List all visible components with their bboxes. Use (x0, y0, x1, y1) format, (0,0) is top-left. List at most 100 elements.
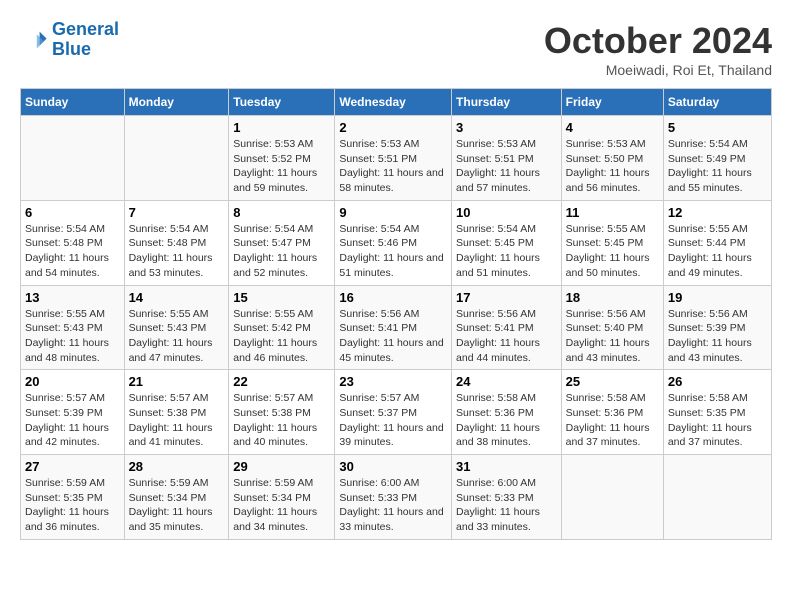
day-number: 25 (566, 374, 659, 389)
calendar-cell: 16 Sunrise: 5:56 AMSunset: 5:41 PMDayligh… (335, 285, 452, 370)
day-number: 1 (233, 120, 330, 135)
calendar-cell (561, 455, 663, 540)
cell-content: Sunrise: 5:57 AMSunset: 5:37 PMDaylight:… (339, 391, 447, 450)
cell-content: Sunrise: 6:00 AMSunset: 5:33 PMDaylight:… (456, 476, 557, 535)
calendar-cell: 22 Sunrise: 5:57 AMSunset: 5:38 PMDayligh… (229, 370, 335, 455)
cell-content: Sunrise: 5:59 AMSunset: 5:35 PMDaylight:… (25, 476, 120, 535)
logo-line2: Blue (52, 39, 91, 59)
calendar-cell: 3 Sunrise: 5:53 AMSunset: 5:51 PMDaylight… (452, 116, 562, 201)
weekday-header: Wednesday (335, 89, 452, 116)
cell-content: Sunrise: 5:59 AMSunset: 5:34 PMDaylight:… (233, 476, 330, 535)
day-number: 22 (233, 374, 330, 389)
cell-content: Sunrise: 5:54 AMSunset: 5:47 PMDaylight:… (233, 222, 330, 281)
day-number: 30 (339, 459, 447, 474)
day-number: 23 (339, 374, 447, 389)
cell-content: Sunrise: 5:54 AMSunset: 5:48 PMDaylight:… (129, 222, 225, 281)
cell-content: Sunrise: 5:57 AMSunset: 5:39 PMDaylight:… (25, 391, 120, 450)
calendar-cell: 9 Sunrise: 5:54 AMSunset: 5:46 PMDaylight… (335, 200, 452, 285)
calendar-cell: 11Sunrise: 5:55 AMSunset: 5:45 PMDayligh… (561, 200, 663, 285)
calendar-week-row: 1Sunrise: 5:53 AMSunset: 5:52 PMDaylight… (21, 116, 772, 201)
calendar-cell (21, 116, 125, 201)
day-number: 12 (668, 205, 767, 220)
day-number: 18 (566, 290, 659, 305)
calendar-cell: 28 Sunrise: 5:59 AMSunset: 5:34 PMDayligh… (124, 455, 229, 540)
day-number: 5 (668, 120, 767, 135)
calendar-cell: 20Sunrise: 5:57 AMSunset: 5:39 PMDayligh… (21, 370, 125, 455)
cell-content: Sunrise: 5:56 AMSunset: 5:41 PMDaylight:… (339, 307, 447, 366)
cell-content: Sunrise: 5:56 AMSunset: 5:41 PMDaylight:… (456, 307, 557, 366)
calendar-cell: 31 Sunrise: 6:00 AMSunset: 5:33 PMDayligh… (452, 455, 562, 540)
logo-text: General Blue (52, 20, 119, 60)
cell-content: Sunrise: 5:55 AMSunset: 5:43 PMDaylight:… (129, 307, 225, 366)
calendar-cell: 30 Sunrise: 6:00 AMSunset: 5:33 PMDayligh… (335, 455, 452, 540)
calendar-cell (124, 116, 229, 201)
cell-content: Sunrise: 5:54 AMSunset: 5:45 PMDaylight:… (456, 222, 557, 281)
weekday-header: Tuesday (229, 89, 335, 116)
calendar-cell: 12 Sunrise: 5:55 AMSunset: 5:44 PMDayligh… (663, 200, 771, 285)
calendar-cell (663, 455, 771, 540)
cell-content: Sunrise: 5:54 AMSunset: 5:48 PMDaylight:… (25, 222, 120, 281)
logo-line1: General (52, 19, 119, 39)
day-number: 8 (233, 205, 330, 220)
cell-content: Sunrise: 5:53 AMSunset: 5:50 PMDaylight:… (566, 137, 659, 196)
day-number: 2 (339, 120, 447, 135)
day-number: 9 (339, 205, 447, 220)
calendar-cell: 15 Sunrise: 5:55 AMSunset: 5:42 PMDayligh… (229, 285, 335, 370)
logo: General Blue (20, 20, 119, 60)
cell-content: Sunrise: 5:53 AMSunset: 5:51 PMDaylight:… (456, 137, 557, 196)
logo-icon (20, 26, 48, 54)
cell-content: Sunrise: 5:57 AMSunset: 5:38 PMDaylight:… (129, 391, 225, 450)
page-header: General Blue October 2024 Moeiwadi, Roi … (20, 20, 772, 78)
calendar-cell: 19Sunrise: 5:56 AMSunset: 5:39 PMDayligh… (663, 285, 771, 370)
weekday-header: Thursday (452, 89, 562, 116)
day-number: 27 (25, 459, 120, 474)
cell-content: Sunrise: 5:54 AMSunset: 5:46 PMDaylight:… (339, 222, 447, 281)
cell-content: Sunrise: 5:58 AMSunset: 5:36 PMDaylight:… (566, 391, 659, 450)
day-number: 31 (456, 459, 557, 474)
calendar-cell: 21Sunrise: 5:57 AMSunset: 5:38 PMDayligh… (124, 370, 229, 455)
cell-content: Sunrise: 5:57 AMSunset: 5:38 PMDaylight:… (233, 391, 330, 450)
cell-content: Sunrise: 5:55 AMSunset: 5:45 PMDaylight:… (566, 222, 659, 281)
day-number: 3 (456, 120, 557, 135)
calendar-cell: 14 Sunrise: 5:55 AMSunset: 5:43 PMDayligh… (124, 285, 229, 370)
location-subtitle: Moeiwadi, Roi Et, Thailand (544, 62, 772, 78)
cell-content: Sunrise: 5:58 AMSunset: 5:36 PMDaylight:… (456, 391, 557, 450)
day-number: 28 (129, 459, 225, 474)
day-number: 15 (233, 290, 330, 305)
calendar-week-row: 6Sunrise: 5:54 AMSunset: 5:48 PMDaylight… (21, 200, 772, 285)
calendar-week-row: 13 Sunrise: 5:55 AMSunset: 5:43 PMDayligh… (21, 285, 772, 370)
calendar-table: SundayMondayTuesdayWednesdayThursdayFrid… (20, 88, 772, 540)
month-title: October 2024 (544, 20, 772, 62)
calendar-cell: 23 Sunrise: 5:57 AMSunset: 5:37 PMDayligh… (335, 370, 452, 455)
cell-content: Sunrise: 5:53 AMSunset: 5:51 PMDaylight:… (339, 137, 447, 196)
calendar-cell: 1Sunrise: 5:53 AMSunset: 5:52 PMDaylight… (229, 116, 335, 201)
day-number: 26 (668, 374, 767, 389)
day-number: 24 (456, 374, 557, 389)
calendar-cell: 24 Sunrise: 5:58 AMSunset: 5:36 PMDayligh… (452, 370, 562, 455)
cell-content: Sunrise: 5:55 AMSunset: 5:44 PMDaylight:… (668, 222, 767, 281)
calendar-week-row: 27 Sunrise: 5:59 AMSunset: 5:35 PMDayligh… (21, 455, 772, 540)
cell-content: Sunrise: 5:56 AMSunset: 5:40 PMDaylight:… (566, 307, 659, 366)
calendar-cell: 13Sunrise: 5:55 AMSunset: 5:43 PMDayligh… (21, 285, 125, 370)
day-number: 14 (129, 290, 225, 305)
calendar-cell: 2 Sunrise: 5:53 AMSunset: 5:51 PMDaylight… (335, 116, 452, 201)
calendar-cell: 27 Sunrise: 5:59 AMSunset: 5:35 PMDayligh… (21, 455, 125, 540)
calendar-cell: 8 Sunrise: 5:54 AMSunset: 5:47 PMDaylight… (229, 200, 335, 285)
day-number: 17 (456, 290, 557, 305)
calendar-cell: 17 Sunrise: 5:56 AMSunset: 5:41 PMDayligh… (452, 285, 562, 370)
calendar-cell: 7 Sunrise: 5:54 AMSunset: 5:48 PMDaylight… (124, 200, 229, 285)
weekday-header: Monday (124, 89, 229, 116)
weekday-header: Friday (561, 89, 663, 116)
cell-content: Sunrise: 5:59 AMSunset: 5:34 PMDaylight:… (129, 476, 225, 535)
day-number: 7 (129, 205, 225, 220)
cell-content: Sunrise: 6:00 AMSunset: 5:33 PMDaylight:… (339, 476, 447, 535)
calendar-cell: 5Sunrise: 5:54 AMSunset: 5:49 PMDaylight… (663, 116, 771, 201)
weekday-header: Sunday (21, 89, 125, 116)
cell-content: Sunrise: 5:55 AMSunset: 5:42 PMDaylight:… (233, 307, 330, 366)
weekday-header-row: SundayMondayTuesdayWednesdayThursdayFrid… (21, 89, 772, 116)
calendar-cell: 10Sunrise: 5:54 AMSunset: 5:45 PMDayligh… (452, 200, 562, 285)
day-number: 16 (339, 290, 447, 305)
day-number: 13 (25, 290, 120, 305)
calendar-cell: 4Sunrise: 5:53 AMSunset: 5:50 PMDaylight… (561, 116, 663, 201)
calendar-cell: 6Sunrise: 5:54 AMSunset: 5:48 PMDaylight… (21, 200, 125, 285)
